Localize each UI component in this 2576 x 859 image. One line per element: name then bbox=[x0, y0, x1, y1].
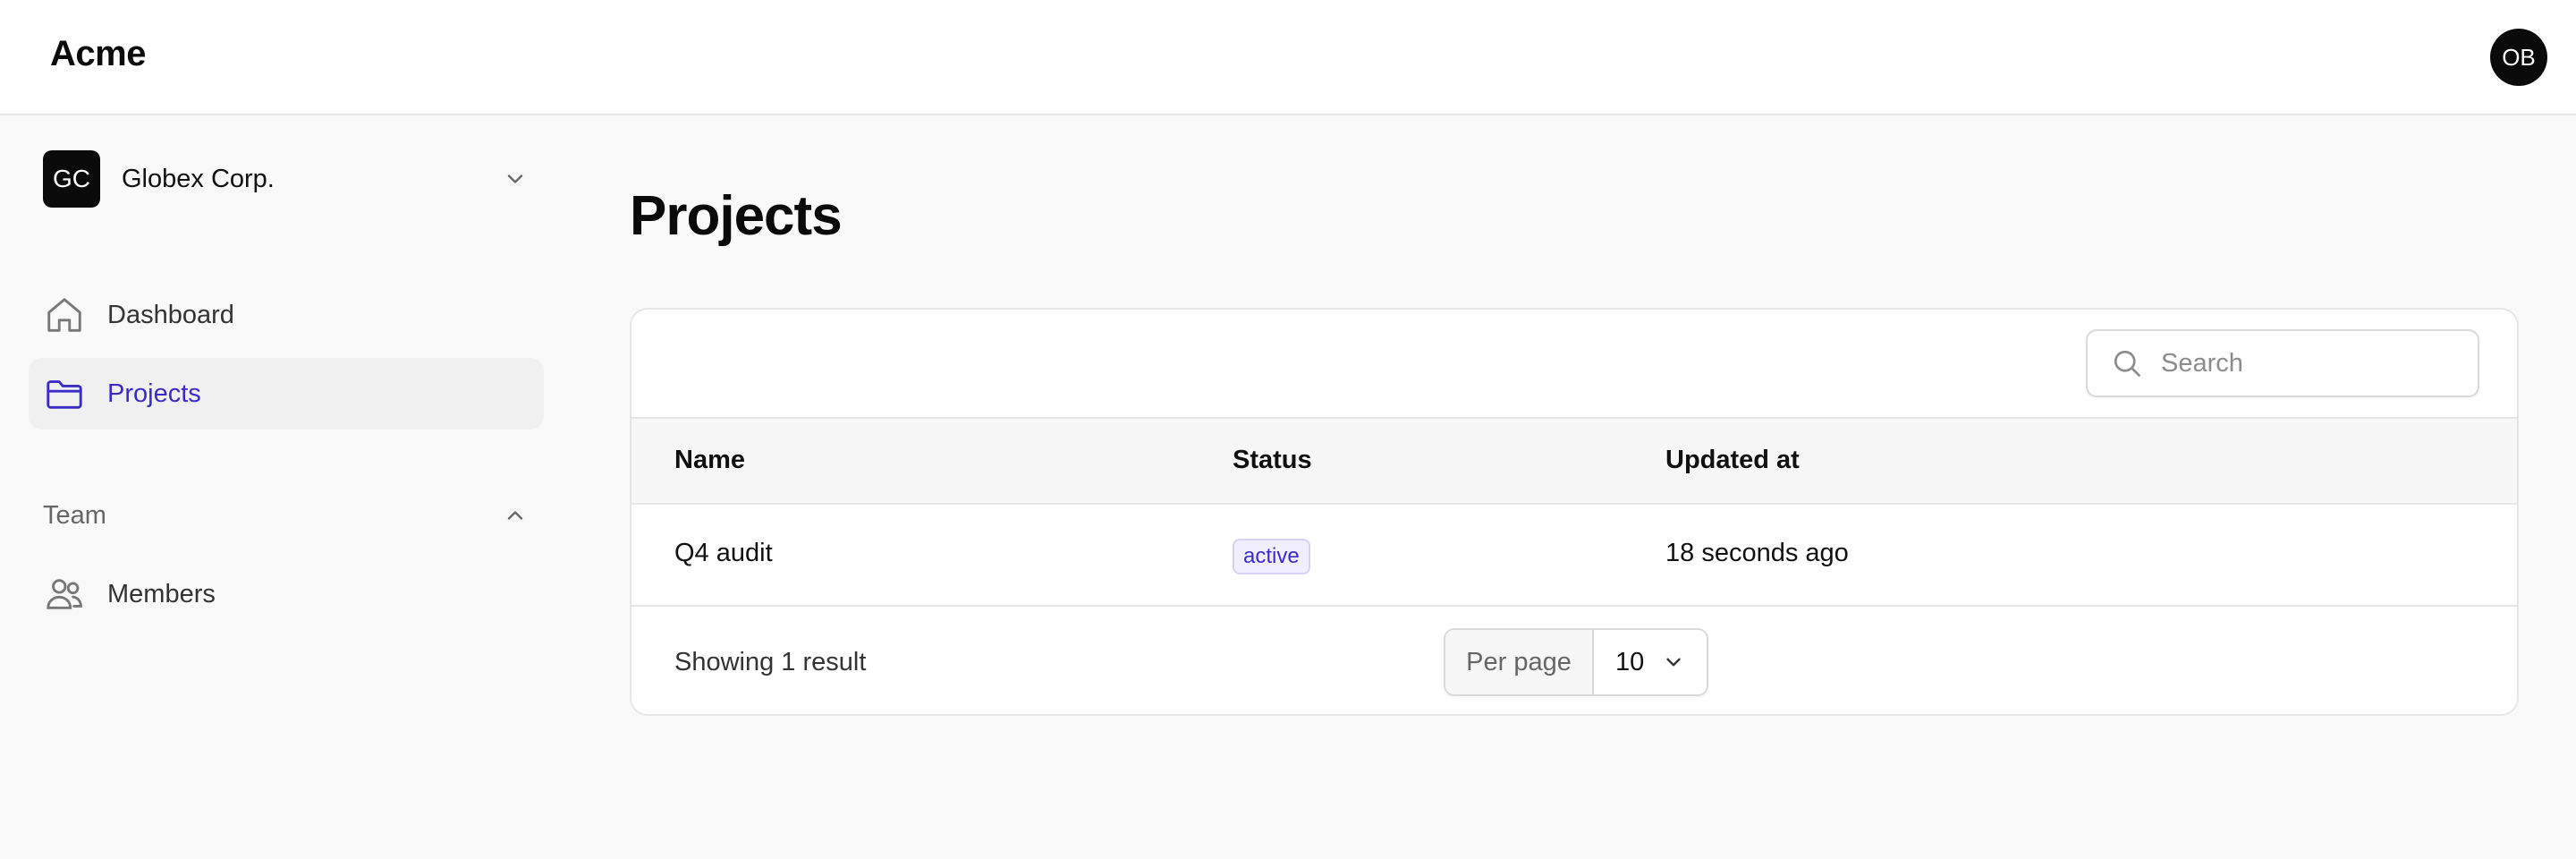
top-bar: Acme OB bbox=[0, 0, 2576, 115]
chevron-down-icon bbox=[507, 174, 523, 183]
result-count: Showing 1 result bbox=[674, 648, 867, 676]
search-icon bbox=[2114, 350, 2140, 377]
search-input[interactable] bbox=[2161, 348, 2465, 378]
folder-icon bbox=[43, 372, 86, 415]
org-switcher[interactable]: GC Globex Corp. bbox=[43, 150, 535, 208]
column-header-updated-at[interactable]: Updated at bbox=[1665, 446, 1800, 475]
project-name-cell[interactable]: Q4 audit bbox=[674, 539, 773, 568]
updated-at-cell: 18 seconds ago bbox=[1665, 539, 1849, 567]
sidebar-item-dashboard[interactable]: Dashboard bbox=[29, 279, 544, 351]
column-header-status[interactable]: Status bbox=[1233, 446, 1312, 475]
user-avatar[interactable]: OB bbox=[2490, 29, 2547, 86]
users-icon bbox=[43, 573, 86, 616]
org-name: Globex Corp. bbox=[122, 164, 275, 193]
per-page-select[interactable]: 10 bbox=[1594, 630, 1707, 694]
sidebar-item-members[interactable]: Members bbox=[29, 558, 544, 630]
table-footer: Showing 1 result Per page 10 bbox=[631, 607, 2517, 714]
table-row[interactable]: Q4 audit active 18 seconds ago bbox=[631, 505, 2517, 607]
per-page-control: Per page 10 bbox=[1444, 628, 1708, 696]
per-page-value: 10 bbox=[1615, 647, 1645, 676]
org-avatar: GC bbox=[43, 150, 100, 208]
status-badge: active bbox=[1233, 539, 1310, 574]
app-logo[interactable]: Acme bbox=[50, 34, 146, 74]
home-icon bbox=[43, 293, 86, 336]
sidebar-item-projects[interactable]: Projects bbox=[29, 358, 544, 430]
sidebar-item-label: Dashboard bbox=[107, 300, 234, 329]
column-header-name[interactable]: Name bbox=[674, 446, 745, 475]
per-page-label: Per page bbox=[1445, 630, 1594, 694]
sidebar-item-label: Members bbox=[107, 579, 216, 608]
table-toolbar bbox=[631, 310, 2517, 417]
search-box[interactable] bbox=[2086, 329, 2479, 397]
team-section-label: Team bbox=[43, 500, 106, 530]
sidebar-item-label: Projects bbox=[107, 378, 201, 408]
page-title: Projects bbox=[630, 185, 843, 247]
chevron-up-icon bbox=[507, 511, 523, 520]
projects-table-card: Name Status Updated at Q4 audit active 1… bbox=[630, 308, 2519, 716]
table-header: Name Status Updated at bbox=[631, 417, 2517, 505]
team-section-toggle[interactable]: Team bbox=[43, 498, 535, 533]
chevron-down-icon bbox=[1666, 658, 1681, 667]
